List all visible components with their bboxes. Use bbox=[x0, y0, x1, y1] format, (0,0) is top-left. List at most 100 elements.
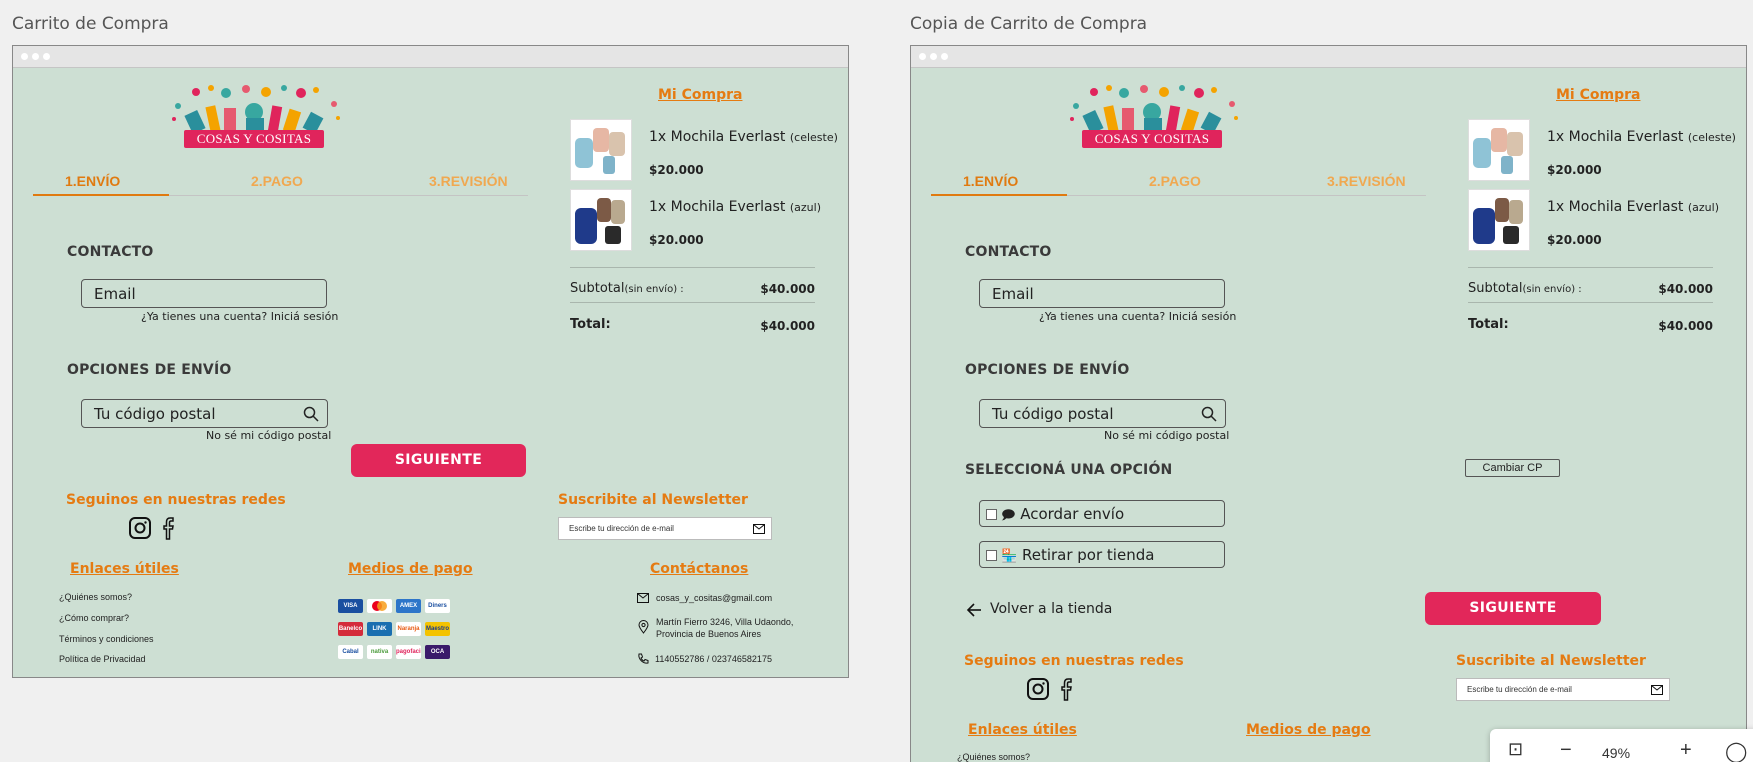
subtotal-value: $40.000 bbox=[760, 282, 815, 296]
facebook-icon[interactable] bbox=[1060, 677, 1076, 701]
newsletter-placeholder: Escribe tu dirección de e-mail bbox=[569, 524, 674, 533]
visa-logo: VISA bbox=[338, 599, 363, 613]
option-acordar-envio[interactable]: 🗩 Acordar envío bbox=[979, 500, 1225, 527]
next-button[interactable]: SIGUIENTE bbox=[351, 444, 526, 477]
footer-phones: 1140552786 / 023746582175 bbox=[655, 654, 772, 664]
cart-title: Mi Compra bbox=[658, 87, 743, 103]
footer-link-privacy[interactable]: Política de Privacidad bbox=[59, 654, 146, 664]
contact-footer-heading: Contáctanos bbox=[650, 561, 749, 577]
login-link[interactable]: ¿Ya tienes una cuenta? Iniciá sesión bbox=[1039, 310, 1236, 323]
banelco-logo: Banelco bbox=[338, 622, 363, 636]
total-label: Total: bbox=[1468, 317, 1509, 332]
arrow-left-icon[interactable] bbox=[966, 603, 982, 617]
cart-item-price: $20.000 bbox=[649, 163, 704, 177]
frame-carrito: COSAS Y COSITAS 1.ENVÍO 2.PAGO 3.REVISIÓ… bbox=[12, 45, 849, 678]
tab-envio[interactable]: 1.ENVÍO bbox=[65, 173, 120, 189]
checkbox[interactable] bbox=[986, 550, 997, 561]
fit-frame-icon[interactable]: ⊡ bbox=[1508, 739, 1523, 760]
search-icon[interactable] bbox=[303, 406, 319, 422]
contact-heading: CONTACTO bbox=[67, 244, 154, 260]
cart-item-price: $20.000 bbox=[649, 233, 704, 247]
zoom-out-button[interactable]: − bbox=[1560, 739, 1572, 762]
store-icon: 🏪 bbox=[1001, 549, 1018, 564]
postal-help-link[interactable]: No sé mi código postal bbox=[206, 429, 331, 442]
cart-item-price: $20.000 bbox=[1547, 233, 1602, 247]
shipping-heading: OPCIONES DE ENVÍO bbox=[965, 362, 1130, 378]
tab-pago[interactable]: 2.PAGO bbox=[251, 173, 303, 189]
window-bar bbox=[13, 46, 848, 68]
footer-address: Martín Fierro 3246, Villa Udaondo, Provin… bbox=[656, 617, 794, 639]
postal-help-link[interactable]: No sé mi código postal bbox=[1104, 429, 1229, 442]
frame-title: Carrito de Compra bbox=[12, 14, 169, 34]
cart-item-name: 1x Mochila Everlast (celeste) bbox=[1547, 129, 1736, 145]
footer-link-about[interactable]: ¿Quiénes somos? bbox=[59, 592, 132, 602]
pagofacil-logo: pagofacil bbox=[396, 645, 421, 659]
payments-heading: Medios de pago bbox=[348, 561, 473, 577]
divider bbox=[1468, 267, 1713, 268]
shipping-heading: OPCIONES DE ENVÍO bbox=[67, 362, 232, 378]
divider bbox=[570, 267, 815, 268]
divider bbox=[570, 302, 815, 303]
change-cp-button[interactable]: Cambiar CP bbox=[1465, 459, 1560, 477]
back-to-store-link[interactable]: Volver a la tienda bbox=[990, 601, 1112, 617]
cart-item-name: 1x Mochila Everlast (azul) bbox=[649, 199, 822, 215]
instagram-icon[interactable] bbox=[128, 516, 152, 540]
next-button[interactable]: SIGUIENTE bbox=[1425, 592, 1601, 625]
cart-title: Mi Compra bbox=[1556, 87, 1641, 103]
brand-logo[interactable]: COSAS Y COSITAS bbox=[166, 84, 346, 159]
newsletter-heading: Suscribite al Newsletter bbox=[1456, 653, 1646, 669]
newsletter-placeholder: Escribe tu dirección de e-mail bbox=[1467, 685, 1572, 694]
more-options-icon[interactable]: ◯ bbox=[1725, 739, 1747, 762]
newsletter-input[interactable]: Escribe tu dirección de e-mail bbox=[558, 517, 772, 540]
footer-email[interactable]: cosas_y_cositas@gmail.com bbox=[656, 592, 772, 604]
login-link[interactable]: ¿Ya tienes una cuenta? Iniciá sesión bbox=[141, 310, 338, 323]
oca-logo: OCA bbox=[425, 645, 450, 659]
active-tab-indicator bbox=[33, 194, 169, 196]
postal-code-input[interactable]: Tu código postal bbox=[81, 399, 328, 428]
postal-code-input[interactable]: Tu código postal bbox=[979, 399, 1226, 428]
email-field[interactable]: Email bbox=[979, 279, 1225, 308]
zoom-in-button[interactable]: + bbox=[1680, 739, 1692, 762]
amex-logo: AMEX bbox=[396, 599, 421, 613]
brand-logo[interactable]: COSAS Y COSITAS bbox=[1064, 84, 1244, 159]
zoom-level: 49% bbox=[1602, 745, 1631, 761]
tab-pago[interactable]: 2.PAGO bbox=[1149, 173, 1201, 189]
social-heading: Seguinos en nuestras redes bbox=[66, 492, 286, 508]
tab-envio[interactable]: 1.ENVÍO bbox=[963, 173, 1018, 189]
links-heading: Enlaces útiles bbox=[968, 722, 1077, 738]
tab-revision[interactable]: 3.REVISIÓN bbox=[429, 173, 508, 189]
footer-link-about[interactable]: ¿Quiénes somos? bbox=[957, 752, 1030, 762]
newsletter-input[interactable]: Escribe tu dirección de e-mail bbox=[1456, 678, 1670, 701]
links-heading: Enlaces útiles bbox=[70, 561, 179, 577]
email-field[interactable]: Email bbox=[81, 279, 327, 308]
cart-item-price: $20.000 bbox=[1547, 163, 1602, 177]
cabal-logo: Cabal bbox=[338, 645, 363, 659]
product-image-azul bbox=[570, 189, 632, 251]
mail-icon[interactable] bbox=[1651, 685, 1663, 695]
total-value: $40.000 bbox=[760, 319, 815, 333]
cart-item-name: 1x Mochila Everlast (celeste) bbox=[649, 129, 838, 145]
total-label: Total: bbox=[570, 317, 611, 332]
footer-link-how-to-buy[interactable]: ¿Cómo comprar? bbox=[59, 613, 129, 623]
facebook-icon[interactable] bbox=[162, 516, 178, 540]
mail-icon bbox=[637, 593, 649, 603]
mail-icon[interactable] bbox=[753, 524, 765, 534]
diners-logo: Diners bbox=[425, 599, 450, 613]
payments-heading: Medios de pago bbox=[1246, 722, 1371, 738]
footer-link-terms[interactable]: Términos y condiciones bbox=[59, 634, 154, 644]
tab-revision[interactable]: 3.REVISIÓN bbox=[1327, 173, 1406, 189]
instagram-icon[interactable] bbox=[1026, 677, 1050, 701]
chat-icon: 🗩 bbox=[1001, 508, 1016, 523]
cart-item-name: 1x Mochila Everlast (azul) bbox=[1547, 199, 1720, 215]
search-icon[interactable] bbox=[1201, 406, 1217, 422]
nativa-logo: nativa bbox=[367, 645, 392, 659]
total-value: $40.000 bbox=[1658, 319, 1713, 333]
select-option-heading: SELECCIONÁ UNA OPCIÓN bbox=[965, 462, 1173, 478]
postal-placeholder: Tu código postal bbox=[94, 405, 216, 423]
option-retirar-tienda[interactable]: 🏪 Retirar por tienda bbox=[979, 541, 1225, 568]
link-logo: LINK bbox=[367, 622, 392, 636]
product-image-celeste bbox=[1468, 119, 1530, 181]
frame-title: Copia de Carrito de Compra bbox=[910, 14, 1148, 34]
checkbox[interactable] bbox=[986, 509, 997, 520]
subtotal-label: Subtotal(sin envío) : bbox=[1468, 281, 1582, 296]
